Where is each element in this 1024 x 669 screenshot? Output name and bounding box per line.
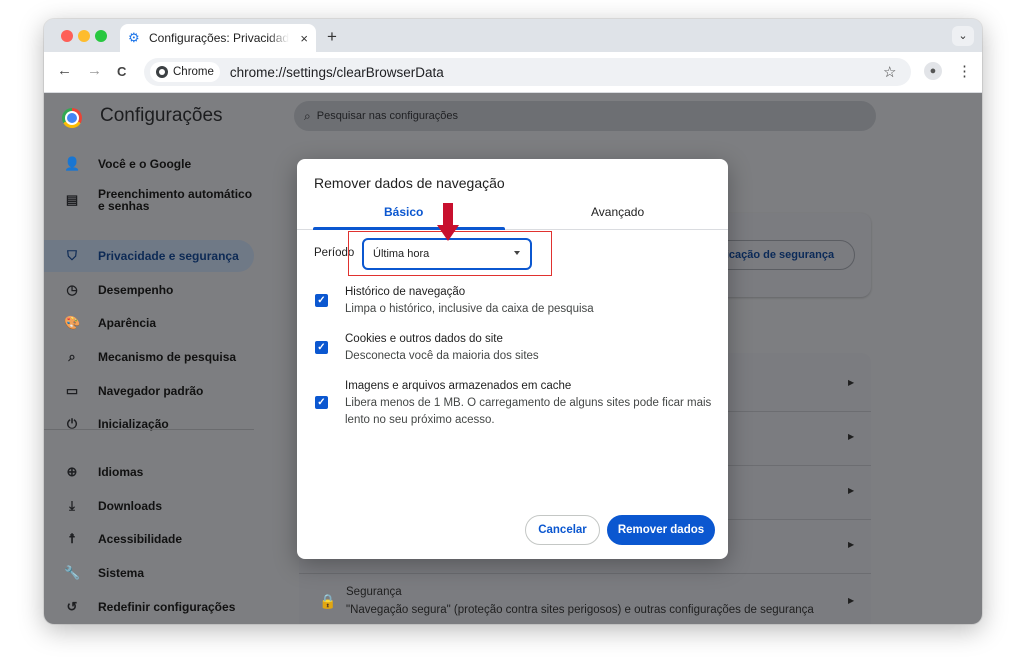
clear-browsing-data-dialog: Remover dados de navegação Básico Avança… [297, 159, 728, 559]
minimize-window-button[interactable] [78, 30, 90, 42]
sidebar-item-reset[interactable]: ↺ Redefinir configurações [44, 591, 254, 623]
sidebar-item-label: Idiomas [98, 465, 144, 479]
row-arrow-icon[interactable]: ▶ [848, 486, 854, 495]
bookmark-star-icon[interactable]: ☆ [883, 63, 896, 81]
sidebar-item-performance[interactable]: ◷ Desempenho [44, 274, 254, 306]
lock-icon: 🔒 [319, 593, 337, 609]
palette-icon: 🎨 [64, 315, 81, 330]
download-icon: ⤓ [69, 498, 75, 513]
sidebar-item-label: Redefinir configurações [98, 600, 236, 614]
sidebar-item-label: Downloads [98, 499, 163, 513]
tab-close-icon[interactable]: × [300, 31, 308, 46]
sidebar-item-privacy[interactable]: ⛉ Privacidade e segurança [44, 240, 254, 272]
page-title: Configurações [100, 105, 223, 126]
sidebar-item-default-browser[interactable]: ▭ Navegador padrão [44, 375, 254, 407]
speedometer-icon: ◷ [66, 282, 78, 297]
option-subtitle: Libera menos de 1 MB. O carregamento de … [345, 397, 712, 426]
accessibility-icon: ☨ [68, 531, 76, 546]
sidebar-item-you-and-google[interactable]: 👤 Você e o Google [44, 148, 254, 180]
tab-search-button[interactable]: ⌄ [952, 26, 974, 46]
sidebar-item-label: Navegador padrão [98, 384, 204, 398]
site-chip-label: Chrome [173, 66, 214, 78]
reload-button[interactable]: C [117, 64, 126, 79]
safety-check-button[interactable]: Verificação de segurança [713, 240, 855, 270]
browser-icon: ▭ [65, 383, 79, 398]
cache-checkbox[interactable]: ✓ [315, 396, 328, 409]
person-icon: 👤 [64, 156, 81, 171]
annotation-arrow-icon [437, 203, 459, 241]
tab-title: Configurações: Privacidade e segurança [149, 31, 289, 45]
sidebar-item-downloads[interactable]: ⤓ Downloads [44, 490, 254, 522]
sidebar-item-label: Mecanismo de pesquisa [98, 350, 237, 364]
sidebar-divider [44, 429, 254, 430]
sidebar-item-label: Você e o Google [98, 157, 192, 171]
search-icon: ⌕ [304, 108, 311, 123]
security-row-title[interactable]: Segurança [346, 586, 402, 598]
option-title: Imagens e arquivos armazenados em cache [345, 380, 572, 392]
row-arrow-icon[interactable]: ▶ [848, 378, 854, 387]
sidebar-item-languages[interactable]: ⊕ Idiomas [44, 456, 254, 488]
safety-check-label: Verificação de segurança [713, 249, 835, 261]
security-row-subtitle: "Navegação segura" (proteção contra site… [346, 604, 814, 616]
forward-button[interactable]: → [87, 62, 102, 79]
row-arrow-icon[interactable]: ▶ [848, 596, 854, 605]
sidebar-item-label: Sistema [98, 566, 145, 580]
address-bar[interactable]: Chrome chrome://settings/clearBrowserDat… [144, 58, 911, 86]
url-text[interactable]: chrome://settings/clearBrowserData [230, 65, 444, 80]
shield-icon: ⛉ [67, 248, 77, 263]
search-icon: ⌕ [68, 349, 76, 364]
browser-toolbar: ← → C Chrome chrome://settings/clearBrow… [44, 52, 982, 93]
cancel-button[interactable]: Cancelar [525, 515, 600, 545]
sidebar-item-label: Preenchimento automático e senhas [98, 187, 253, 213]
chrome-icon [156, 66, 168, 78]
tab-advanced[interactable]: Avançado [591, 205, 644, 219]
search-placeholder: Pesquisar nas configurações [316, 110, 458, 122]
gear-icon: ⚙ [128, 30, 140, 45]
sidebar-item-accessibility[interactable]: ☨ Acessibilidade [44, 523, 254, 555]
sidebar-item-appearance[interactable]: 🎨 Aparência [44, 307, 254, 339]
chrome-menu-button[interactable]: ⋮ [957, 62, 972, 80]
sidebar-item-system[interactable]: 🔧 Sistema [44, 557, 254, 589]
option-title: Cookies e outros dados do site [345, 333, 503, 345]
sidebar-item-autofill[interactable]: ▤ Preenchimento automático e senhas [44, 182, 254, 218]
close-window-button[interactable] [61, 30, 73, 42]
settings-search-input[interactable]: ⌕ Pesquisar nas configurações [294, 101, 876, 131]
chrome-logo-icon [62, 108, 82, 128]
sidebar-item-label: Desempenho [98, 283, 174, 297]
wrench-icon: 🔧 [64, 565, 81, 580]
sidebar-item-search-engine[interactable]: ⌕ Mecanismo de pesquisa [44, 341, 254, 373]
cookies-checkbox[interactable]: ✓ [315, 341, 328, 354]
zoom-window-button[interactable] [95, 30, 107, 42]
sidebar-item-label: Acessibilidade [98, 532, 183, 546]
sidebar-item-label: Privacidade e segurança [98, 249, 239, 263]
tab-basic[interactable]: Básico [384, 205, 423, 219]
tab-strip: ⚙ Configurações: Privacidade e segurança… [44, 19, 982, 52]
history-checkbox[interactable]: ✓ [315, 294, 328, 307]
sidebar-item-startup[interactable]: ⏻ Inicialização [44, 408, 254, 440]
option-subtitle: Limpa o histórico, inclusive da caixa de… [345, 303, 594, 315]
globe-icon: ⊕ [66, 464, 78, 479]
active-tab-indicator [313, 227, 505, 230]
row-arrow-icon[interactable]: ▶ [848, 540, 854, 549]
back-button[interactable]: ← [57, 62, 72, 79]
option-title: Histórico de navegação [345, 286, 466, 298]
reset-icon: ↺ [66, 599, 78, 614]
dialog-title: Remover dados de navegação [314, 175, 505, 191]
option-subtitle: Desconecta você da maioria dos sites [345, 350, 539, 362]
sidebar-item-label: Aparência [98, 316, 157, 330]
profile-avatar[interactable]: ● [924, 62, 942, 80]
row-arrow-icon[interactable]: ▶ [848, 432, 854, 441]
clipboard-icon: ▤ [65, 192, 79, 207]
tab-settings[interactable]: ⚙ Configurações: Privacidade e segurança… [120, 24, 316, 52]
site-info-chip[interactable]: Chrome [150, 62, 220, 82]
new-tab-button[interactable]: + [327, 27, 337, 47]
remove-data-button[interactable]: Remover dados [607, 515, 715, 545]
row-divider [299, 573, 871, 574]
